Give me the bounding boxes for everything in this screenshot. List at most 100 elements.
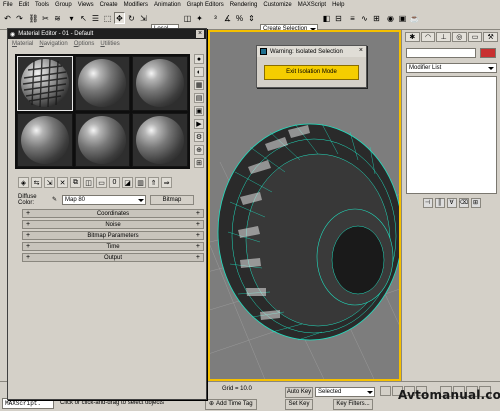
menu-graph-editors[interactable]: Graph Editors: [184, 0, 227, 10]
exit-isolation-mode-button[interactable]: Exit Isolation Mode: [264, 65, 359, 80]
align-icon[interactable]: ⊟: [333, 12, 344, 24]
show-end-result-icon[interactable]: ║: [434, 198, 445, 208]
pick-material-icon[interactable]: ✎: [52, 196, 62, 203]
spinner-snap-icon[interactable]: ⇕: [246, 12, 257, 24]
configure-modifier-sets-icon[interactable]: ⊞: [470, 198, 481, 208]
background-icon[interactable]: ▦: [194, 80, 204, 90]
object-name-field[interactable]: [406, 48, 476, 58]
select-by-name-icon[interactable]: ☰: [90, 12, 101, 24]
selection-region-icon[interactable]: ⬚: [102, 12, 113, 24]
percent-snap-icon[interactable]: %: [234, 12, 245, 24]
sample-type-icon[interactable]: ●: [194, 54, 204, 64]
select-filter-icon[interactable]: ▾: [66, 12, 77, 24]
select-scale-icon[interactable]: ⇲: [138, 12, 149, 24]
quick-render-icon[interactable]: ☕: [409, 12, 420, 24]
make-unique-icon[interactable]: ∀: [446, 198, 457, 208]
menu-file[interactable]: File: [0, 0, 16, 10]
pin-stack-icon[interactable]: ⊣: [422, 198, 433, 208]
rollout-bitmap-parameters[interactable]: Bitmap Parameters: [22, 231, 204, 240]
menu-edit[interactable]: Edit: [16, 0, 32, 10]
get-material-icon[interactable]: ◈: [18, 177, 29, 188]
menu-animation[interactable]: Animation: [151, 0, 184, 10]
bind-space-warp-icon[interactable]: ≋: [52, 12, 63, 24]
modifier-list-dropdown[interactable]: Modifier List: [406, 63, 497, 73]
make-unique-icon[interactable]: ◫: [83, 177, 94, 188]
create-tab-icon[interactable]: ✱: [405, 32, 420, 42]
menu-rendering[interactable]: Rendering: [227, 0, 261, 10]
select-rotate-icon[interactable]: ↻: [126, 12, 137, 24]
bitmap-type-button[interactable]: Bitmap: [150, 194, 194, 205]
menu-modifiers[interactable]: Modifiers: [121, 0, 151, 10]
make-copy-icon[interactable]: ⧉: [70, 177, 81, 188]
video-color-check-icon[interactable]: ▣: [194, 106, 204, 116]
go-forward-to-sibling-icon[interactable]: ⇒: [161, 177, 172, 188]
material-map-navigator-icon[interactable]: ⊞: [194, 158, 204, 168]
utilities-tab-icon[interactable]: ⚒: [483, 32, 499, 42]
go-to-parent-icon[interactable]: ⇑: [148, 177, 159, 188]
snap-icon[interactable]: ³: [210, 12, 221, 24]
modify-tab-icon[interactable]: ◠: [420, 32, 436, 42]
sample-slot-1[interactable]: [17, 56, 73, 111]
sample-slot-3[interactable]: [132, 56, 188, 111]
schematic-icon[interactable]: ⊞: [371, 12, 382, 24]
sample-uv-tiling-icon[interactable]: ▤: [194, 93, 204, 103]
menu-maxscript[interactable]: MAXScript: [295, 0, 329, 10]
link-icon[interactable]: ⛓: [28, 12, 39, 24]
menu-group[interactable]: Group: [52, 0, 75, 10]
rollout-noise[interactable]: Noise: [22, 220, 204, 229]
select-object-icon[interactable]: ↖: [78, 12, 89, 24]
show-map-in-viewport-icon[interactable]: ◪: [122, 177, 133, 188]
auto-key-button[interactable]: Auto Key: [285, 387, 313, 398]
remove-modifier-icon[interactable]: ⌫: [458, 198, 469, 208]
undo-icon[interactable]: ↶: [2, 12, 13, 24]
modifier-stack[interactable]: [406, 76, 497, 194]
map-name-field[interactable]: Map 80: [62, 194, 146, 205]
menu-navigation[interactable]: Navigation: [39, 41, 67, 47]
backlight-icon[interactable]: ◐: [194, 67, 204, 77]
object-color-swatch[interactable]: [480, 48, 496, 58]
sample-slot-6[interactable]: [132, 112, 188, 167]
go-to-start-icon[interactable]: [380, 386, 391, 396]
unlink-icon[interactable]: ✂: [40, 12, 51, 24]
sample-slot-4[interactable]: [17, 112, 73, 167]
key-selection-combo[interactable]: Selected: [315, 387, 375, 397]
isolated-selection-titlebar[interactable]: Warning: Isolated Selection ×: [257, 46, 366, 57]
show-end-result-icon[interactable]: ▥: [135, 177, 146, 188]
assign-to-selection-icon[interactable]: ⇲: [44, 177, 55, 188]
put-to-library-icon[interactable]: ▭: [96, 177, 107, 188]
menu-views[interactable]: Views: [75, 0, 97, 10]
menu-material[interactable]: Material: [12, 41, 33, 47]
material-id-channel-icon[interactable]: 0: [109, 177, 120, 188]
redo-icon[interactable]: ↷: [14, 12, 25, 24]
rollout-output[interactable]: Output: [22, 253, 204, 262]
manipulate-icon[interactable]: ✦: [194, 12, 205, 24]
rollout-time[interactable]: Time: [22, 242, 204, 251]
hierarchy-tab-icon[interactable]: ⊥: [436, 32, 452, 42]
add-time-tag-button[interactable]: ⊕ Add Time Tag: [205, 399, 257, 410]
options-icon[interactable]: ⚙: [194, 132, 204, 142]
material-editor-icon[interactable]: ◉: [385, 12, 396, 24]
mirror-icon[interactable]: ◧: [321, 12, 332, 24]
make-preview-icon[interactable]: ▶: [194, 119, 204, 129]
menu-customize[interactable]: Customize: [260, 0, 294, 10]
sample-slot-2[interactable]: [74, 56, 131, 111]
menu-options[interactable]: Options: [74, 41, 95, 47]
put-to-scene-icon[interactable]: ⇆: [31, 177, 42, 188]
display-tab-icon[interactable]: ▭: [467, 32, 483, 42]
angle-snap-icon[interactable]: ∡: [222, 12, 233, 24]
menu-tools[interactable]: Tools: [32, 0, 52, 10]
render-setup-icon[interactable]: ▣: [397, 12, 408, 24]
rollout-coordinates[interactable]: Coordinates: [22, 209, 204, 218]
reset-map-icon[interactable]: ✕: [57, 177, 68, 188]
select-by-material-icon[interactable]: ⊕: [194, 145, 204, 155]
menu-help[interactable]: Help: [329, 0, 347, 10]
set-key-button[interactable]: Set Key: [285, 399, 313, 410]
curve-editor-icon[interactable]: ∿: [359, 12, 370, 24]
pivot-icon[interactable]: ◫: [182, 12, 193, 24]
layer-icon[interactable]: ≡: [347, 12, 358, 24]
motion-tab-icon[interactable]: ◎: [452, 32, 467, 42]
close-icon[interactable]: ×: [359, 47, 363, 54]
menu-utilities[interactable]: Utilities: [100, 41, 119, 47]
material-editor-titlebar[interactable]: ◉ Material Editor - 01 - Default ×: [8, 29, 206, 39]
key-filters-button[interactable]: Key Filters...: [333, 399, 373, 410]
